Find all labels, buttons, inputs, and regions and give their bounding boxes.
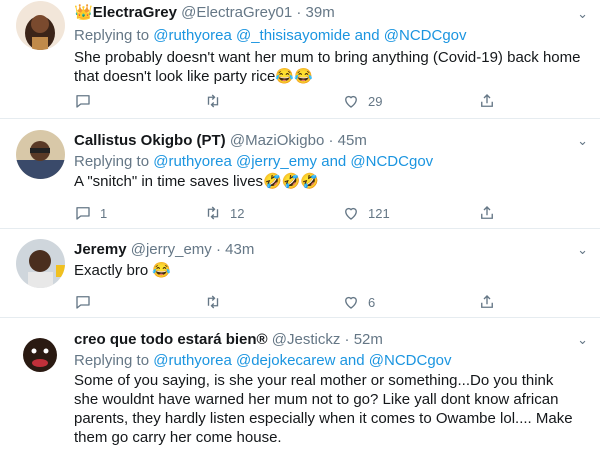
separator-dot: · — [328, 132, 334, 149]
display-name[interactable]: ElectraGrey — [93, 4, 177, 21]
retweet-icon — [204, 92, 222, 110]
handle[interactable]: @jerry_emy — [131, 241, 212, 258]
comment-count: 1 — [100, 205, 108, 221]
tweet-text: Some of you saying, is she your real mot… — [74, 372, 573, 446]
replying-prefix: Replying to — [74, 153, 150, 170]
comment-icon — [74, 92, 92, 110]
like-count: 121 — [368, 205, 390, 221]
chevron-down-icon[interactable]: ⌄ — [577, 332, 588, 348]
handle[interactable]: @MaziOkigbo — [230, 132, 324, 149]
retweet-icon — [204, 293, 222, 311]
share-icon — [478, 204, 496, 222]
retweet-icon — [204, 204, 222, 222]
separator-dot: · — [215, 241, 221, 258]
like-icon — [342, 92, 360, 110]
tweet-text: A "snitch" in time saves lives🤣🤣🤣 — [74, 173, 320, 190]
share-button[interactable] — [478, 203, 496, 223]
share-button[interactable] — [478, 91, 496, 111]
replying-mentions[interactable]: @ruthyorea @jerry_emy and @NCDCgov — [153, 153, 433, 170]
like-icon — [342, 293, 360, 311]
separator-dot: · — [296, 4, 302, 21]
display-name[interactable]: Callistus Okigbo (PT) — [74, 132, 226, 149]
tweet-maziokigbo[interactable]: Callistus Okigbo (PT) @MaziOkigbo · 45m … — [0, 119, 600, 229]
timestamp[interactable]: 52m — [354, 331, 383, 348]
replying-mentions[interactable]: @ruthyorea @dejokecarew and @NCDCgov — [153, 352, 451, 369]
crown-icon: 👑 — [74, 4, 93, 21]
handle[interactable]: @Jestickz — [272, 331, 341, 348]
retweet-button[interactable] — [204, 91, 230, 111]
like-count: 6 — [368, 294, 376, 310]
comment-icon — [74, 204, 92, 222]
like-icon — [342, 204, 360, 222]
separator-dot: · — [344, 331, 350, 348]
comment-button[interactable] — [74, 91, 100, 111]
comment-button[interactable] — [74, 292, 100, 312]
like-count: 29 — [368, 93, 383, 109]
display-name[interactable]: creo que todo estará bien® — [74, 331, 268, 348]
comment-button[interactable]: 1 — [74, 203, 107, 223]
like-button[interactable]: 29 — [342, 91, 382, 111]
timestamp[interactable]: 45m — [338, 132, 367, 149]
avatar[interactable] — [16, 239, 65, 288]
tweet-text: She probably doesn't want her mum to bri… — [74, 49, 581, 85]
tweet-jerry-emy[interactable]: Jeremy @jerry_emy · 43m Exactly bro 😂 ⌄ … — [0, 229, 600, 318]
chevron-down-icon[interactable]: ⌄ — [577, 6, 588, 22]
replying-mentions[interactable]: @ruthyorea @_thisisayomide and @NCDCgov — [153, 27, 466, 44]
avatar[interactable] — [16, 329, 65, 378]
handle[interactable]: @ElectraGrey01 — [181, 4, 292, 21]
like-button[interactable]: 6 — [342, 292, 375, 312]
chevron-down-icon[interactable]: ⌄ — [577, 242, 588, 258]
tweet-text: Exactly bro 😂 — [74, 262, 172, 279]
share-icon — [478, 293, 496, 311]
avatar[interactable] — [16, 130, 65, 179]
timestamp[interactable]: 39m — [306, 4, 335, 21]
tweet-jestickz[interactable]: creo que todo estará bien® @Jestickz · 5… — [0, 318, 600, 456]
replying-prefix: Replying to — [74, 27, 150, 44]
timestamp[interactable]: 43m — [225, 241, 254, 258]
avatar[interactable] — [16, 1, 65, 50]
retweet-count: 12 — [230, 205, 245, 221]
tweet-electragrey[interactable]: 👑ElectraGrey @ElectraGrey01 · 39m Replyi… — [0, 0, 600, 119]
retweet-button[interactable] — [204, 292, 230, 312]
share-button[interactable] — [478, 292, 496, 312]
like-button[interactable]: 121 — [342, 203, 390, 223]
replying-prefix: Replying to — [74, 352, 150, 369]
share-icon — [478, 92, 496, 110]
comment-icon — [74, 293, 92, 311]
retweet-button[interactable]: 12 — [204, 203, 244, 223]
display-name[interactable]: Jeremy — [74, 241, 127, 258]
chevron-down-icon[interactable]: ⌄ — [577, 133, 588, 149]
